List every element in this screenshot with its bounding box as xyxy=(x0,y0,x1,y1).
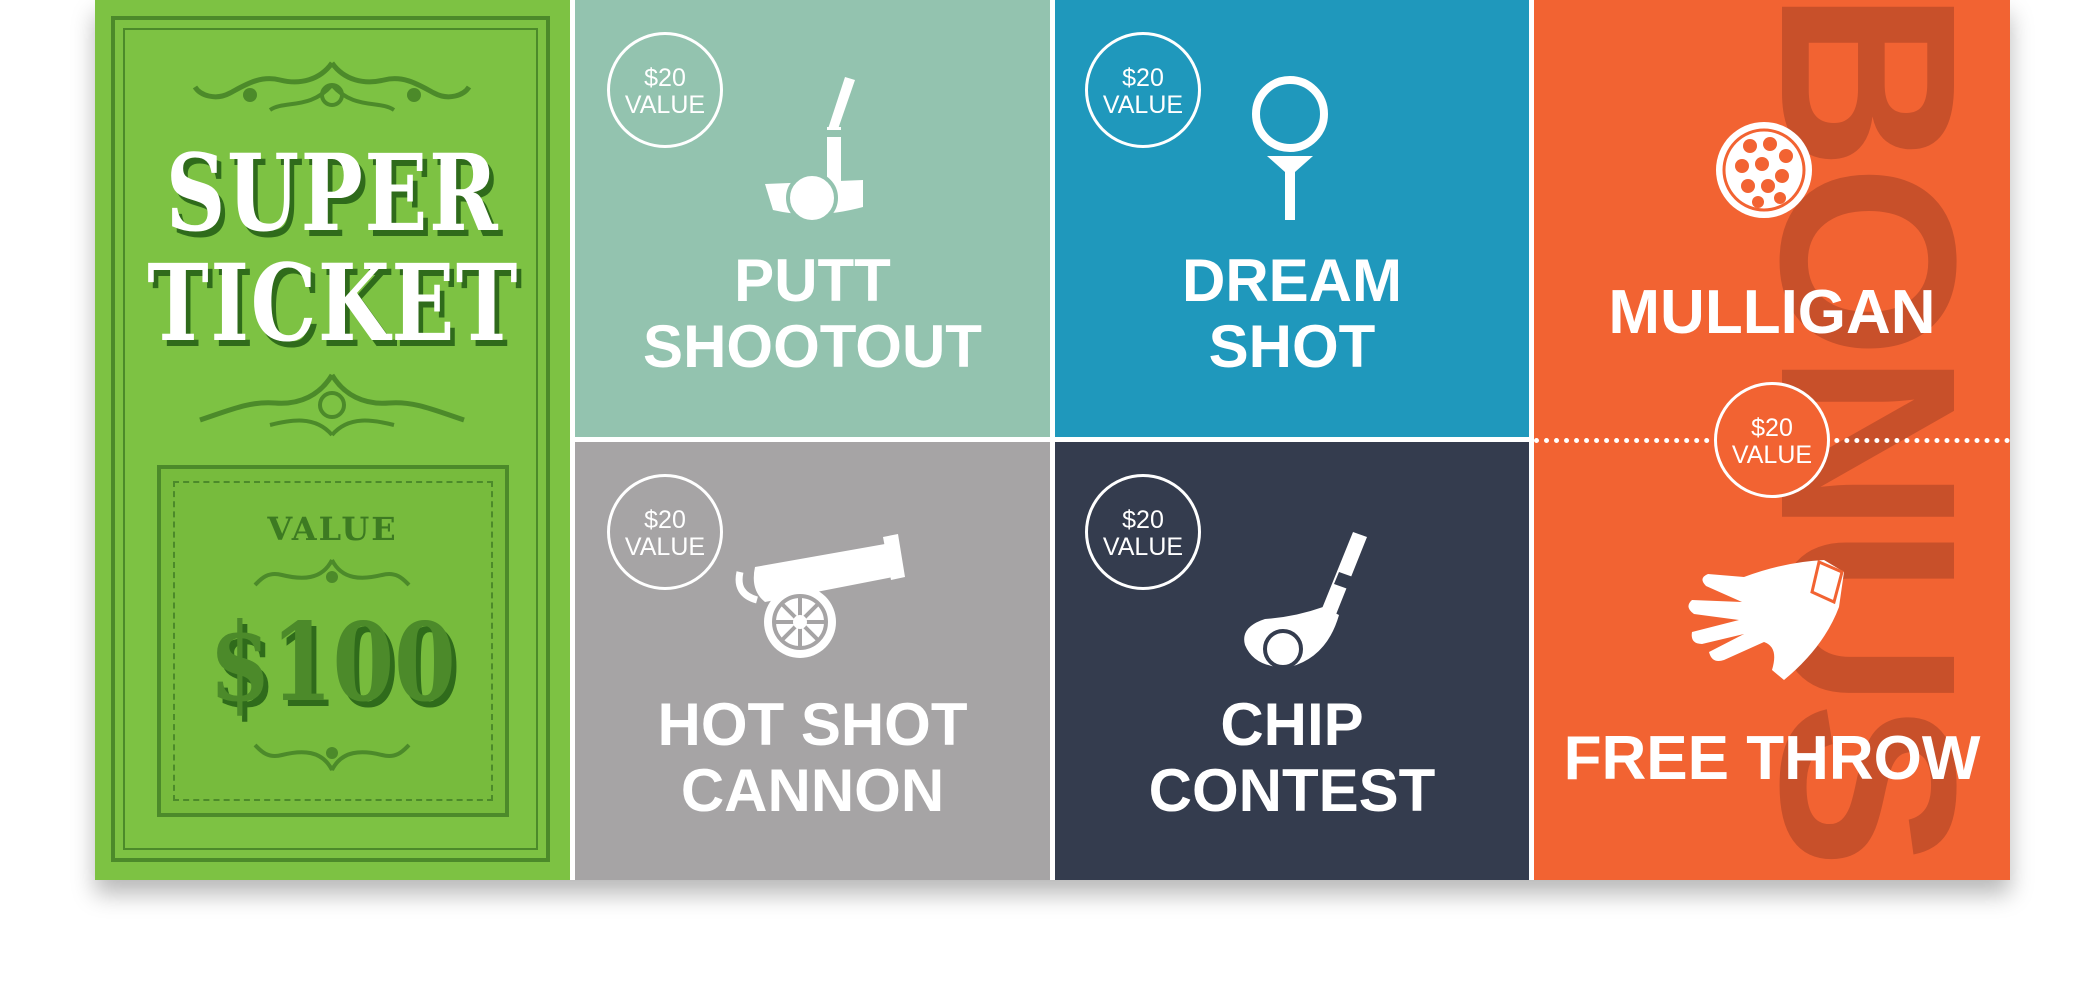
ticket-title-line2: TICKET xyxy=(147,240,520,365)
ticket-title-line1: SUPER xyxy=(165,130,500,255)
value-badge: $20 VALUE xyxy=(1085,32,1201,148)
super-ticket-card: SUPER TICKET VALUE $100 $20 VALUE PUTT S… xyxy=(95,0,2010,880)
cannon-icon xyxy=(735,534,905,658)
value-badge: $20 VALUE xyxy=(1714,382,1830,498)
value-badge: $20 VALUE xyxy=(1085,474,1201,590)
value-amount: $100 xyxy=(209,600,456,726)
putt-shootout-cell: $20 VALUE PUTT SHOOTOUT xyxy=(575,0,1050,437)
golf-tee-icon xyxy=(1252,76,1328,220)
bottom-flourish-icon xyxy=(253,743,411,772)
chip-contest-cell: $20 VALUE CHIP CONTEST xyxy=(1055,442,1529,880)
hotshot-title-line1: HOT SHOT xyxy=(657,691,968,758)
dream-title-line1: DREAM xyxy=(1182,247,1402,314)
putt-title-line1: PUTT xyxy=(734,247,891,314)
free-throw-label: FREE THROW xyxy=(1563,724,1981,793)
wedge-club-icon xyxy=(1244,532,1367,669)
putter-icon xyxy=(765,77,863,222)
dream-shot-cell: $20 VALUE DREAM SHOT xyxy=(1055,0,1529,437)
top-flourish-icon xyxy=(192,61,472,112)
golf-ball-icon xyxy=(1716,122,1812,218)
bonus-panel: BONUS MULLIGAN $20 VALUE FREE THROW xyxy=(1534,0,2010,880)
value-badge: $20 VALUE xyxy=(607,32,723,148)
hot-shot-cannon-cell: $20 VALUE HOT SHOT CANNON xyxy=(575,442,1050,880)
chip-title-line1: CHIP xyxy=(1220,691,1364,758)
middle-flourish-icon xyxy=(199,373,465,437)
value-label: VALUE xyxy=(267,510,398,548)
value-badge: $20 VALUE xyxy=(607,474,723,590)
super-ticket-panel: SUPER TICKET VALUE $100 xyxy=(95,0,570,880)
hotshot-title-line2: CANNON xyxy=(680,757,945,824)
chip-title-line2: CONTEST xyxy=(1148,757,1436,824)
mulligan-label: MULLIGAN xyxy=(1608,278,1936,347)
golf-glove-icon xyxy=(1688,559,1844,680)
dream-title-line2: SHOT xyxy=(1208,313,1376,380)
putt-title-line2: SHOOTOUT xyxy=(643,313,982,380)
value-flourish-icon xyxy=(253,558,411,587)
